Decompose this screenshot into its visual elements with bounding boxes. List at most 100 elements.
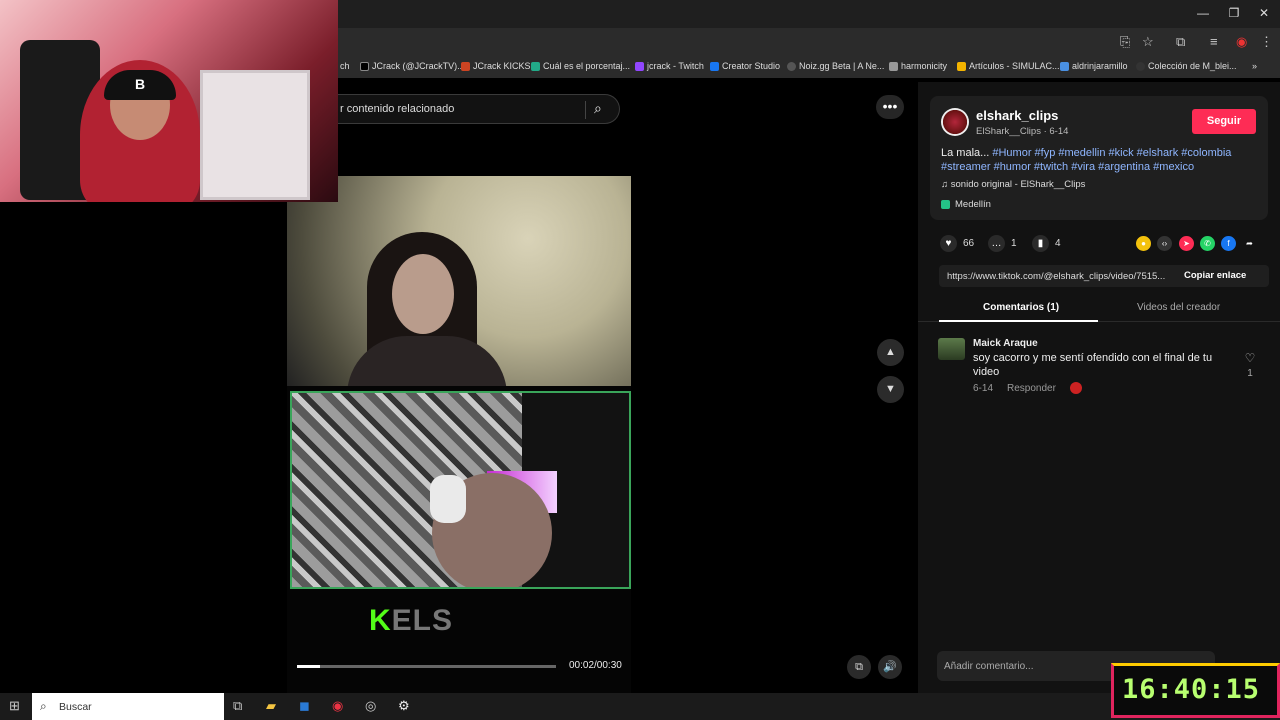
noiz-icon xyxy=(787,61,796,71)
bookmark-item[interactable]: ch xyxy=(340,61,350,71)
sound-text: sonido original - ElShark__Clips xyxy=(950,179,1086,190)
drive-icon xyxy=(957,61,966,71)
minimize-button[interactable]: — xyxy=(1195,6,1211,20)
bookmark-item[interactable]: JCrack KICKS xyxy=(461,61,531,71)
video-top-frame xyxy=(287,176,631,386)
outlook-icon[interactable]: ◼ xyxy=(299,698,310,714)
bookmark-item[interactable]: Cuál es el porcentaj... xyxy=(531,61,630,71)
facebook-share-icon[interactable]: f xyxy=(1221,236,1236,251)
follow-button[interactable]: Seguir xyxy=(1192,109,1256,134)
bookmark-item[interactable]: harmonicity xyxy=(889,61,947,71)
video-time: 00:02/00:30 xyxy=(569,660,622,671)
video-logo: KELS xyxy=(369,604,453,638)
collection-icon xyxy=(1136,61,1145,71)
more-options-button[interactable]: ••• xyxy=(876,95,904,119)
embed-icon[interactable]: ‹› xyxy=(1157,236,1172,251)
cast-icon[interactable]: ⎘ xyxy=(1120,34,1130,50)
location-text: Medellín xyxy=(955,199,991,210)
save-count: 4 xyxy=(1055,238,1061,249)
active-tab-indicator xyxy=(939,320,1098,322)
obs-icon[interactable]: ◎ xyxy=(365,698,376,714)
add-comment-placeholder: Añadir comentario... xyxy=(944,661,1034,672)
bookmark-item[interactable]: Artículos - SIMULAC... xyxy=(957,61,1060,71)
music-icon: ♫ xyxy=(941,179,951,190)
extensions-icon[interactable]: ⧉ xyxy=(1176,34,1185,50)
close-window-button[interactable]: ✕ xyxy=(1256,6,1272,20)
send-icon[interactable]: ➤ xyxy=(1179,236,1194,251)
author-subtitle: ElShark__Clips · 6-14 xyxy=(976,126,1069,137)
reply-button[interactable]: Responder xyxy=(1007,383,1056,394)
bookmark-item[interactable]: Creator Studio xyxy=(710,61,780,71)
file-explorer-icon[interactable]: ▰ xyxy=(266,698,276,714)
previous-video-button[interactable]: ▲ xyxy=(877,339,904,366)
tab-creator-videos[interactable]: Videos del creador xyxy=(1137,302,1220,313)
profile-icon[interactable]: ◉ xyxy=(1236,34,1247,50)
settings-icon[interactable]: ⚙ xyxy=(398,698,410,714)
windows-start-icon[interactable]: ⊞ xyxy=(9,698,20,714)
comment-date: 6-14 xyxy=(973,382,994,394)
next-video-button[interactable]: ▼ xyxy=(877,376,904,403)
comment-icon: … xyxy=(988,235,1005,252)
video-bottom-frame xyxy=(290,391,631,589)
media-icon[interactable]: ≡ xyxy=(1210,34,1218,49)
sound-link[interactable]: ♫ sonido original - ElShark__Clips xyxy=(941,179,1085,190)
location-link[interactable]: Medellín xyxy=(941,199,991,210)
description-text: La mala... xyxy=(941,147,993,159)
save-button[interactable]: ▮ 4 xyxy=(1032,235,1061,252)
pip-icon[interactable]: ⧉ xyxy=(847,655,871,679)
task-view-icon[interactable]: ⧉ xyxy=(233,698,242,714)
details-panel: elshark_clips ElShark__Clips · 6-14 Segu… xyxy=(918,82,1280,693)
windows-taskbar: ⊞ ⌕ Buscar ⧉ ▰ ◼ ◉ ◎ ⚙ xyxy=(0,693,1280,720)
taskbar-search[interactable]: ⌕ Buscar xyxy=(32,693,224,720)
commenter-name[interactable]: Maick Araque xyxy=(973,338,1038,349)
tab-comments[interactable]: Comentarios (1) xyxy=(983,302,1059,313)
screen: — ❐ ✕ ⎘ ☆ ⧉ ≡ ◉ ⋮ ch JCrack (@JCrackTV).… xyxy=(0,0,1280,720)
url-text: https://www.tiktok.com/@elshark_clips/vi… xyxy=(947,271,1166,282)
kicks-icon xyxy=(461,61,470,71)
comment-like-count: 1 xyxy=(1247,368,1253,379)
video-progress-bar[interactable] xyxy=(297,665,556,668)
x-icon xyxy=(360,61,369,71)
comment-meta: 6-14 Responder xyxy=(973,382,1082,394)
chrome-icon[interactable]: ◉ xyxy=(332,698,343,714)
bookmark-item[interactable]: jcrack - Twitch xyxy=(635,61,704,71)
stream-clock: 16:40:15 xyxy=(1111,663,1280,718)
commenter-avatar[interactable] xyxy=(938,338,965,360)
comment-count: 1 xyxy=(1011,238,1017,249)
search-icon[interactable]: ⌕ xyxy=(594,100,602,117)
url-field[interactable]: https://www.tiktok.com/@elshark_clips/vi… xyxy=(939,265,1269,287)
facebook-icon xyxy=(710,61,719,71)
copy-link-button[interactable]: Copiar enlace xyxy=(1184,270,1246,281)
search-divider xyxy=(585,101,586,119)
creator-liked-avatar xyxy=(1069,382,1082,394)
clock-time: 16:40:15 xyxy=(1122,674,1261,705)
heart-icon: ♥ xyxy=(940,235,957,252)
search-input[interactable]: r contenido relacionado ⌕ xyxy=(338,94,620,124)
star-icon[interactable]: ☆ xyxy=(1142,34,1154,50)
like-button[interactable]: ♥ 66 xyxy=(940,235,974,252)
comment-text: soy cacorro y me sentí ofendido con el f… xyxy=(973,352,1213,378)
logo-text: ELS xyxy=(391,604,454,637)
friends-share-icon[interactable]: ● xyxy=(1136,236,1151,251)
bookmark-item[interactable]: Noiz.gg Beta | A Ne... xyxy=(787,61,884,71)
whatsapp-icon[interactable]: ✆ xyxy=(1200,236,1215,251)
video-player[interactable]: KELS 00:02/00:30 xyxy=(287,176,631,693)
more-bookmarks-icon[interactable]: » xyxy=(1252,61,1257,71)
bookmark-item[interactable]: JCrack (@JCrackTV)... xyxy=(360,61,465,71)
bookmark-icon: ▮ xyxy=(1032,235,1049,252)
share-arrow-icon[interactable]: ➦ xyxy=(1242,236,1257,251)
shelf xyxy=(200,70,310,200)
video-progress-fill xyxy=(297,665,321,668)
comment-like-icon[interactable]: ♡ xyxy=(1243,351,1257,365)
author-name[interactable]: elshark_clips xyxy=(976,108,1058,123)
restore-button[interactable]: ❐ xyxy=(1226,6,1242,20)
bookmark-item[interactable]: aldrinjaramillo xyxy=(1060,61,1128,71)
avatar[interactable] xyxy=(941,108,969,136)
volume-icon[interactable]: 🔊 xyxy=(878,655,902,679)
video-info-card: elshark_clips ElShark__Clips · 6-14 Segu… xyxy=(930,96,1268,220)
menu-icon[interactable]: ⋮ xyxy=(1260,34,1273,50)
video-description: La mala... #Humor #fyp #medellin #kick #… xyxy=(941,146,1259,174)
bookmark-item[interactable]: Colección de M_blei... xyxy=(1136,61,1237,71)
page-icon xyxy=(889,61,898,71)
comment-button[interactable]: … 1 xyxy=(988,235,1017,252)
